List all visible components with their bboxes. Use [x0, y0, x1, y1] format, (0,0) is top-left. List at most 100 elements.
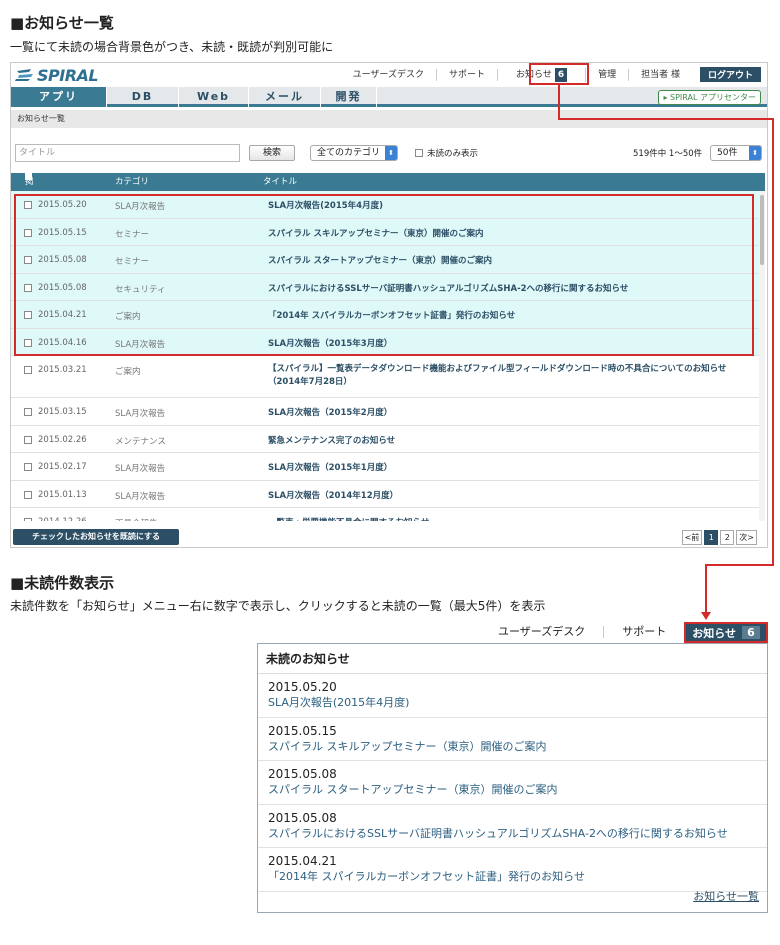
dropdown-item-date: 2015.05.15: [268, 723, 337, 738]
table-row[interactable]: 2015.03.21 ご案内 【スパイラル】一覧表データダウンロード機能およびファイ…: [11, 356, 759, 398]
row-title-link[interactable]: 一覧表・単票機能不具合に関するお知らせ: [268, 517, 749, 521]
row-date-cell: 2015.02.17: [24, 462, 87, 472]
unread-rows-highlight-box: [14, 194, 754, 356]
notice-count-badge: 6: [742, 626, 760, 639]
row-category: ご案内: [115, 367, 141, 377]
table-row[interactable]: 2015.03.15 SLA月次報告 SLA月次報告（2015年2月度）: [11, 398, 759, 426]
tab-web[interactable]: Web: [179, 87, 249, 107]
row-category: メンテナンス: [115, 436, 166, 447]
logout-button[interactable]: ログアウト: [699, 67, 761, 82]
filter-bar: タイトル 検索 全てのカテゴリ ⬍ 未読のみ表示 519件中 1〜50件 50件…: [11, 141, 767, 163]
row-date: 2015.01.13: [38, 489, 87, 500]
pagination: <前 1 2 次>: [681, 530, 757, 545]
connector-line: [705, 564, 774, 566]
row-date: 2014.12.26: [38, 517, 87, 521]
table-row[interactable]: 2014.12.26 不具合報告 一覧表・単票機能不具合に関するお知らせ: [11, 508, 759, 521]
row-checkbox[interactable]: [24, 366, 32, 374]
select-arrow-icon: ⬍: [385, 146, 397, 160]
row-date: 2015.03.21: [38, 365, 87, 375]
main-tabs: アプリ DB Web メール 開発 ▸ SPIRAL アプリセンター: [11, 87, 767, 107]
spiral-logo-icon: [15, 69, 33, 81]
connector-line: [558, 118, 774, 120]
dropdown-item-date: 2015.04.21: [268, 854, 337, 868]
table-row[interactable]: 2015.02.17 SLA月次報告 SLA月次報告（2015年1月度）: [11, 453, 759, 481]
section-title-unread-count: ■未読件数表示: [10, 574, 115, 592]
tab-db[interactable]: DB: [107, 87, 179, 107]
mark-read-button[interactable]: チェックしたお知らせを既読にする: [13, 529, 179, 545]
connector-line: [558, 84, 560, 120]
checkbox-icon: [415, 149, 423, 157]
userdesk-link[interactable]: ユーザーズデスク: [341, 68, 437, 81]
tab-mail[interactable]: メール: [249, 87, 321, 107]
dropdown-item-date: 2015.05.08: [268, 810, 337, 825]
unread-only-label: 未読のみ表示: [427, 149, 479, 159]
row-date: 2015.02.26: [38, 434, 87, 445]
dropdown-item[interactable]: 2015.05.08 スパイラル スタートアップセミナー（東京）開催のご案内: [258, 761, 767, 805]
spiral-app-center-button[interactable]: ▸ SPIRAL アプリセンター: [658, 90, 761, 105]
dropdown-item-title[interactable]: SLA月次報告(2015年4月度): [268, 695, 767, 710]
userdesk-link[interactable]: ユーザーズデスク: [480, 626, 605, 638]
pager-next[interactable]: 次>: [736, 530, 757, 545]
pager-page-1[interactable]: 1: [704, 530, 719, 545]
dropdown-item-title[interactable]: 「2014年 スパイラルカーボンオフセット証書」発行のお知らせ: [268, 869, 767, 884]
dropdown-item-date: 2015.05.08: [268, 767, 337, 781]
dropdown-item-date: 2015.05.20: [268, 680, 337, 694]
dropdown-item[interactable]: 2015.04.21 「2014年 スパイラルカーボンオフセット証書」発行のお知ら…: [258, 848, 767, 892]
row-checkbox[interactable]: [24, 408, 32, 416]
row-date-cell: 2015.03.21: [24, 365, 87, 375]
dropdown-nav: ユーザーズデスク サポート: [480, 622, 686, 642]
dropdown-item[interactable]: 2015.05.15 スパイラル スキルアップセミナー（東京）開催のご案内: [258, 718, 767, 761]
logo-text: SPIRAL: [37, 65, 99, 85]
row-date-cell: 2015.01.13: [24, 490, 87, 500]
tab-app[interactable]: アプリ: [11, 87, 107, 107]
dropdown-item-title[interactable]: スパイラル スキルアップセミナー（東京）開催のご案内: [268, 739, 767, 754]
row-category: 不具合報告: [115, 517, 158, 521]
row-title-link[interactable]: 【スパイラル】一覧表データダウンロード機能およびファイル型フィールドダウンロード…: [268, 363, 749, 389]
dropdown-item-title[interactable]: スパイラルにおけるSSLサーバ証明書ハッシュアルゴリズムSHA-2への移行に関す…: [268, 826, 767, 841]
title-search-input[interactable]: タイトル: [15, 144, 240, 162]
dropdown-list: 2015.05.20 SLA月次報告(2015年4月度) 2015.05.15 スパイ…: [258, 674, 767, 892]
category-select-value: 全てのカテゴリ: [317, 148, 381, 158]
table-row[interactable]: 2015.02.26 メンテナンス 緊急メンテナンス完了のお知らせ: [11, 426, 759, 453]
spiral-logo[interactable]: SPIRAL: [15, 65, 99, 85]
section-desc-notice-list: 一覧にて未読の場合背景色がつき、未読・既読が判別可能に: [10, 40, 334, 54]
scrollbar-thumb[interactable]: [760, 195, 764, 265]
tab-dev[interactable]: 開発: [321, 87, 377, 107]
section-desc-unread-count: 未読件数を「お知らせ」メニュー右に数字で表示し、クリックすると未読の一覧（最大5…: [10, 599, 546, 613]
dropdown-item[interactable]: 2015.05.20 SLA月次報告(2015年4月度): [258, 674, 767, 718]
notice-label: お知らせ: [692, 626, 737, 640]
app-window: SPIRAL ユーザーズデスク サポート お知らせ 6 管理 担当者 様 ログア…: [10, 62, 768, 548]
admin-link[interactable]: 管理: [586, 68, 630, 81]
support-link[interactable]: サポート: [437, 68, 498, 81]
row-checkbox[interactable]: [24, 490, 32, 499]
table-scrollbar[interactable]: [759, 191, 765, 521]
select-arrow-icon: ⬍: [749, 146, 761, 160]
connector-line: [772, 118, 774, 566]
dropdown-item-title[interactable]: スパイラル スタートアップセミナー（東京）開催のご案内: [268, 782, 767, 797]
dropdown-item[interactable]: 2015.05.08 スパイラルにおけるSSLサーバ証明書ハッシュアルゴリズムSH…: [258, 805, 767, 848]
unread-only-toggle[interactable]: 未読のみ表示: [415, 147, 478, 159]
row-checkbox[interactable]: [24, 435, 32, 444]
pager-prev[interactable]: <前: [681, 530, 703, 545]
per-page-select[interactable]: 50件 ⬍: [710, 145, 762, 161]
row-title-link[interactable]: SLA月次報告（2015年1月度）: [268, 462, 749, 475]
row-date-cell: 2015.03.15: [24, 407, 87, 417]
support-link[interactable]: サポート: [604, 626, 686, 638]
category-select[interactable]: 全てのカテゴリ ⬍: [310, 145, 398, 161]
row-category: SLA月次報告: [115, 409, 166, 419]
row-category: SLA月次報告: [115, 491, 166, 502]
unread-notice-dropdown: 未読のお知らせ 2015.05.20 SLA月次報告(2015年4月度) 2015.…: [257, 643, 768, 913]
connector-line: [705, 564, 707, 614]
row-title-link[interactable]: SLA月次報告（2015年2月度）: [268, 407, 749, 420]
column-title: タイトル: [263, 177, 298, 187]
search-button[interactable]: 検索: [249, 145, 295, 161]
row-title-link[interactable]: 緊急メンテナンス完了のお知らせ: [268, 435, 749, 448]
row-title-link[interactable]: SLA月次報告（2014年12月度）: [268, 490, 749, 503]
row-category: SLA月次報告: [115, 464, 166, 474]
table-row[interactable]: 2015.01.13 SLA月次報告 SLA月次報告（2014年12月度）: [11, 481, 759, 508]
notice-menu-button[interactable]: お知らせ 6: [684, 622, 768, 643]
row-checkbox[interactable]: [24, 463, 32, 471]
pager-page-2[interactable]: 2: [720, 530, 735, 545]
notice-list-link[interactable]: お知らせ一覧: [693, 888, 759, 904]
row-checkbox[interactable]: [24, 518, 32, 521]
